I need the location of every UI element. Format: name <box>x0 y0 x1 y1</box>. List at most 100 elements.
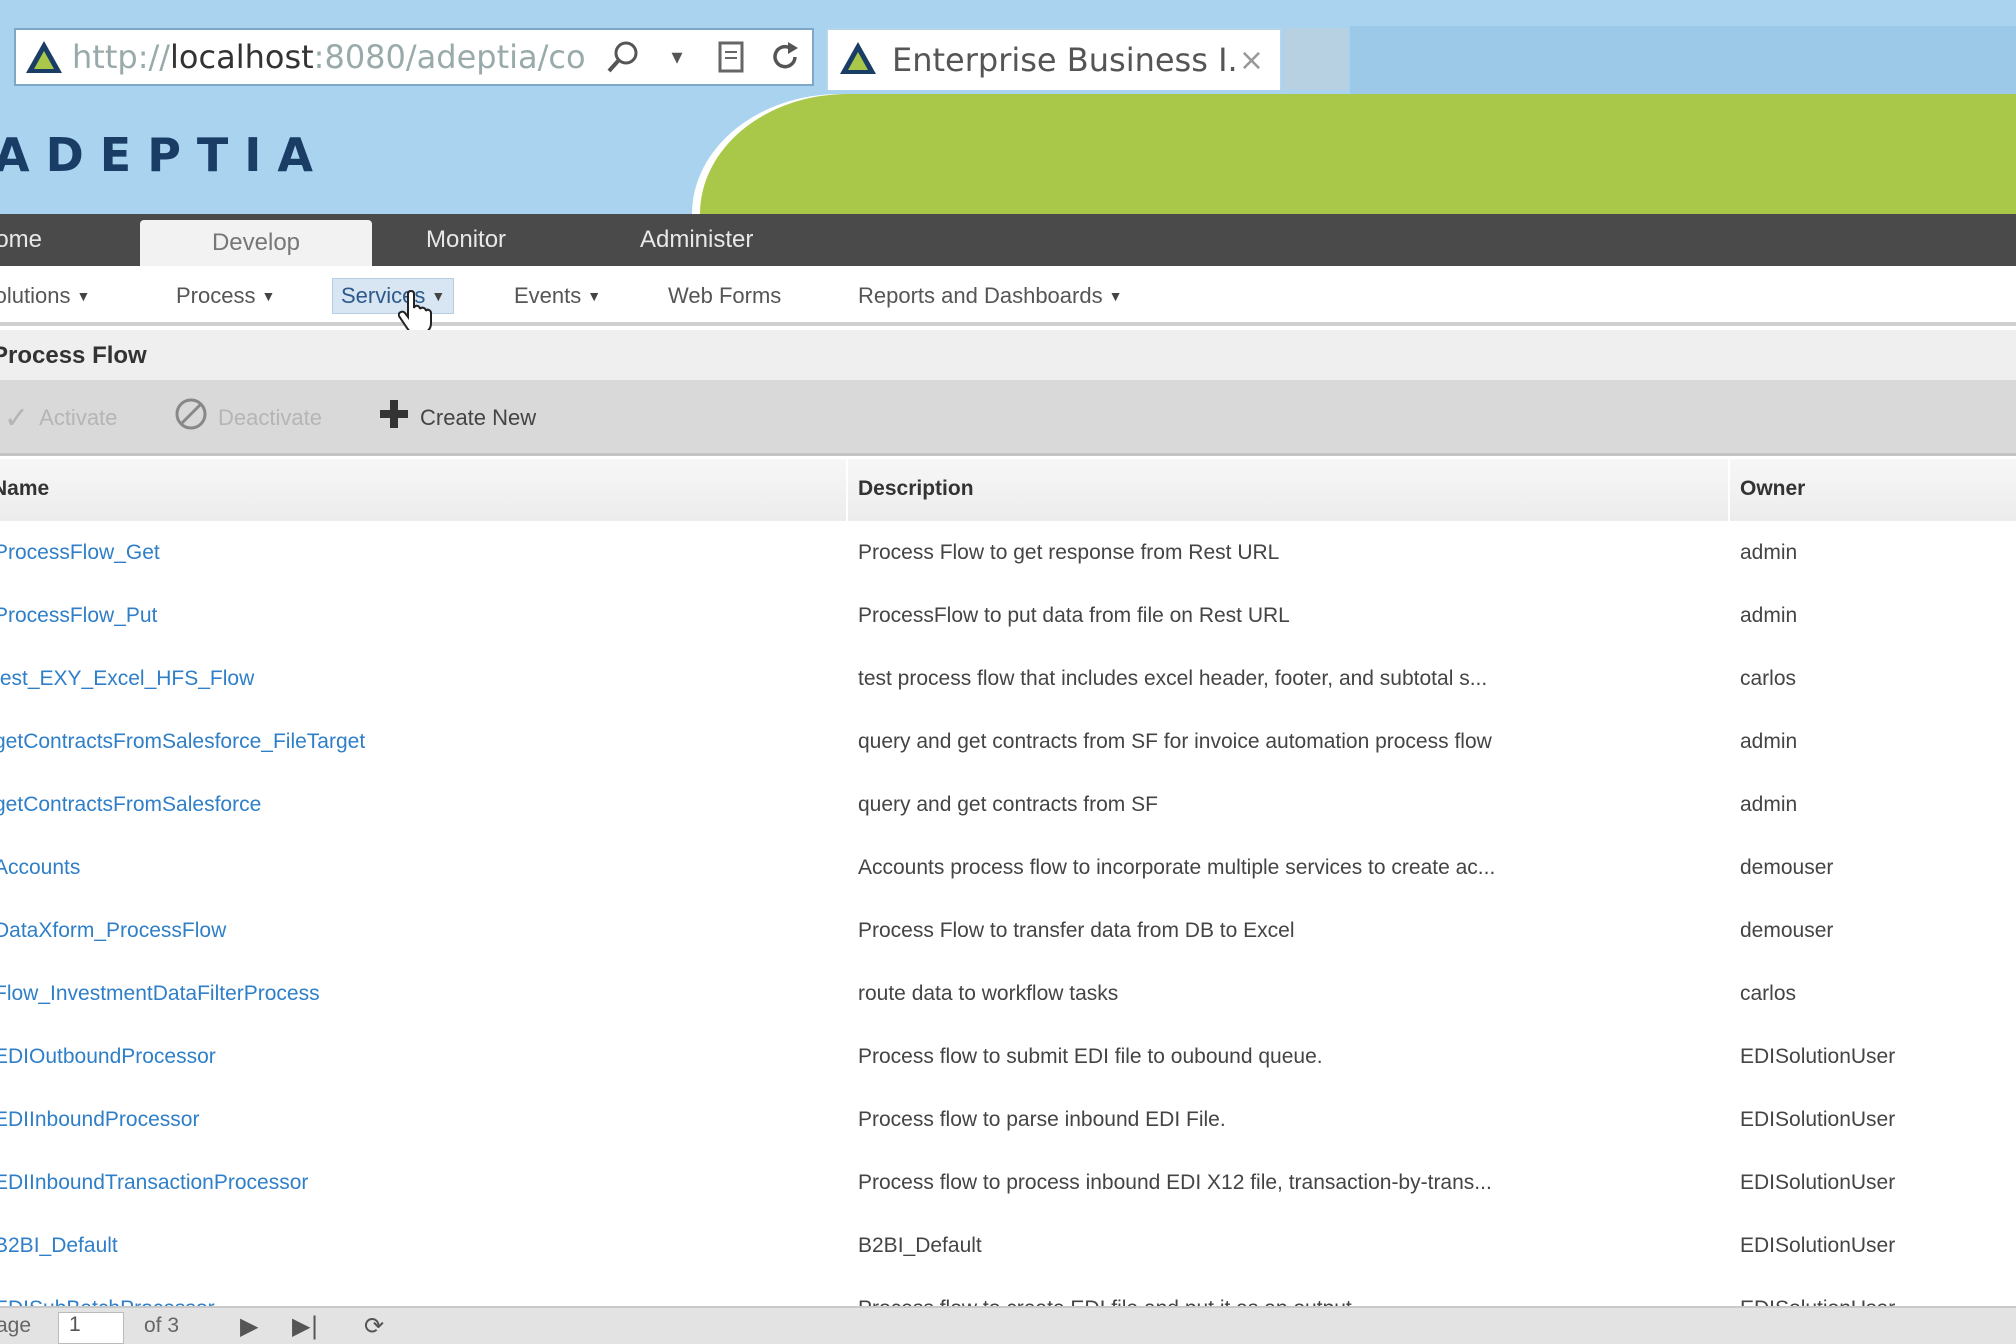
checkmark-icon: ✓ <box>4 401 30 435</box>
table-row[interactable]: ProcessFlow_Get Process Flow to get respo… <box>0 521 2016 584</box>
hand-cursor-icon <box>398 290 432 334</box>
menu-solutions[interactable]: Solutions▼ <box>0 278 90 314</box>
row-owner: carlos <box>1740 982 1797 1005</box>
row-description: route data to workflow tasks <box>858 982 1119 1005</box>
tab-home[interactable]: Home <box>0 214 68 266</box>
address-bar[interactable]: http://localhost:8080/adeptia/co ▾ <box>14 28 814 86</box>
browser-tab[interactable]: Enterprise Business I... × <box>826 28 1282 90</box>
banner-green-swoosh <box>700 94 2016 214</box>
table-row[interactable]: EDIInboundProcessor Process flow to parse… <box>0 1088 2016 1151</box>
row-owner: admin <box>1740 541 1798 564</box>
row-name-link[interactable]: EDIInboundTransactionProcessor <box>0 1171 814 1195</box>
row-owner: EDISolutionUser <box>1740 1297 2016 1306</box>
column-separator <box>1728 459 1730 521</box>
tab-monitor[interactable]: Monitor <box>426 214 506 266</box>
toolbar: ✓ Activate Deactivate Create New <box>0 380 2016 456</box>
table-row[interactable]: ProcessFlow_Put ProcessFlow to put data f… <box>0 584 2016 647</box>
table-row[interactable]: getContractsFromSalesforce query and get … <box>0 773 2016 836</box>
row-name-link[interactable]: Flow_InvestmentDataFilterProcess <box>0 982 814 1006</box>
row-name-link[interactable]: B2BI_Default <box>0 1234 814 1258</box>
activate-button[interactable]: ✓ Activate <box>4 400 117 436</box>
menu-reports-dashboards[interactable]: Reports and Dashboards ▼ <box>858 278 1122 314</box>
menu-web-forms[interactable]: Web Forms <box>668 278 781 314</box>
row-description: query and get contracts from SF for invo… <box>858 730 1492 753</box>
menu-process[interactable]: Process ▼ <box>176 278 275 314</box>
create-new-button[interactable]: Create New <box>378 400 536 436</box>
row-name-link[interactable]: DataXform_ProcessFlow <box>0 919 814 943</box>
brand-logo: ADEPTIA <box>0 128 330 182</box>
page-label: Page <box>0 1314 32 1337</box>
row-description: Accounts process flow to incorporate mul… <box>858 856 1496 879</box>
next-page-icon[interactable]: ▶ <box>240 1312 258 1340</box>
row-name-link[interactable]: EDIInboundProcessor <box>0 1108 814 1132</box>
tab-title: Enterprise Business I... <box>892 41 1239 79</box>
row-owner: admin <box>1740 730 1798 753</box>
row-name-link[interactable]: getContractsFromSalesforce_FileTarget <box>0 730 814 754</box>
row-description: Process flow to create EDI file and put … <box>858 1297 1704 1306</box>
table-row[interactable]: EDISubBatchProcessor Process flow to crea… <box>0 1277 2016 1306</box>
caret-down-icon: ▼ <box>587 288 602 304</box>
last-page-icon[interactable]: ▶| <box>292 1312 319 1340</box>
caret-down-icon: ▼ <box>261 288 276 304</box>
new-tab-button[interactable] <box>1284 28 1348 90</box>
row-name-link[interactable]: test_EXY_Excel_HFS_Flow <box>0 667 814 691</box>
row-name-link[interactable]: ProcessFlow_Get <box>0 541 814 565</box>
row-name-link[interactable]: EDIOutboundProcessor <box>0 1045 814 1069</box>
table-row[interactable]: DataXform_ProcessFlow Process Flow to tra… <box>0 899 2016 962</box>
table-body: ProcessFlow_Get Process Flow to get respo… <box>0 521 2016 1306</box>
row-owner: EDISolutionUser <box>1740 1108 1896 1131</box>
row-description: Process flow to parse inbound EDI File. <box>858 1108 1226 1131</box>
row-description: B2BI_Default <box>858 1234 982 1257</box>
refresh-icon[interactable]: ⟳ <box>364 1312 384 1340</box>
close-icon[interactable]: × <box>1239 43 1264 78</box>
tab-develop[interactable]: Develop <box>140 220 372 266</box>
row-name-link[interactable]: getContractsFromSalesforce <box>0 793 814 817</box>
browser-tabstrip <box>1350 26 2016 94</box>
table-row[interactable]: EDIOutboundProcessor Process flow to subm… <box>0 1025 2016 1088</box>
tab-administer[interactable]: Administer <box>640 214 753 266</box>
url-text[interactable]: http://localhost:8080/adeptia/co <box>72 38 596 76</box>
table-row[interactable]: test_EXY_Excel_HFS_Flow test process flow… <box>0 647 2016 710</box>
column-header-owner[interactable]: Owner <box>1740 477 1805 501</box>
row-description: ProcessFlow to put data from file on Res… <box>858 604 1290 627</box>
row-description: test process flow that includes excel he… <box>858 667 1488 690</box>
page-number-input[interactable]: 1 <box>58 1312 124 1344</box>
table-row[interactable]: B2BI_Default B2BI_Default EDISolutionUser <box>0 1214 2016 1277</box>
caret-down-icon: ▼ <box>76 288 91 304</box>
menu-events[interactable]: Events ▼ <box>514 278 601 314</box>
page-total-label: of 3 <box>144 1314 180 1337</box>
row-description: Process flow to process inbound EDI X12 … <box>858 1171 1492 1194</box>
table-row[interactable]: Accounts Accounts process flow to incorpo… <box>0 836 2016 899</box>
row-name-link[interactable]: Accounts <box>0 856 814 880</box>
refresh-icon[interactable] <box>758 30 812 84</box>
row-name-link[interactable]: EDISubBatchProcessor <box>0 1297 814 1306</box>
row-owner: EDISolutionUser <box>1740 1045 1896 1068</box>
table-header: Name Description Owner <box>0 459 2016 521</box>
column-header-description[interactable]: Description <box>858 477 974 501</box>
menu-services[interactable]: Services ▼ <box>332 278 455 314</box>
section-header: Process Flow <box>0 330 2016 380</box>
deactivate-button[interactable]: Deactivate <box>174 397 322 439</box>
column-header-name[interactable]: Name <box>0 477 49 501</box>
sub-nav: Solutions▼ Process▼ Services▼ Events▼ We… <box>0 266 2016 326</box>
row-description: Process flow to submit EDI file to oubou… <box>858 1045 1323 1068</box>
adeptia-tab-icon <box>838 40 878 80</box>
page-title: Process Flow <box>0 342 147 369</box>
row-description: Process Flow to get response from Rest U… <box>858 541 1280 564</box>
row-owner: demouser <box>1740 919 1834 942</box>
compatibility-view-icon[interactable] <box>704 30 758 84</box>
table-row[interactable]: Flow_InvestmentDataFilterProcess route da… <box>0 962 2016 1025</box>
row-description: query and get contracts from SF <box>858 793 1158 816</box>
table-row[interactable]: EDIInboundTransactionProcessor Process fl… <box>0 1151 2016 1214</box>
search-icon[interactable] <box>596 30 650 84</box>
row-owner: admin <box>1740 604 1798 627</box>
table-row[interactable]: getContractsFromSalesforce_FileTarget que… <box>0 710 2016 773</box>
row-name-link[interactable]: ProcessFlow_Put <box>0 604 814 628</box>
column-separator <box>846 459 848 521</box>
row-owner: EDISolutionUser <box>1740 1171 1896 1194</box>
prohibited-icon <box>174 397 208 439</box>
chevron-down-icon[interactable]: ▾ <box>650 30 704 84</box>
caret-down-icon: ▼ <box>1108 288 1123 304</box>
pagination-bar: Page 1 of 3 ▶ ▶| ⟳ <box>0 1306 2016 1344</box>
plus-icon <box>378 398 410 438</box>
